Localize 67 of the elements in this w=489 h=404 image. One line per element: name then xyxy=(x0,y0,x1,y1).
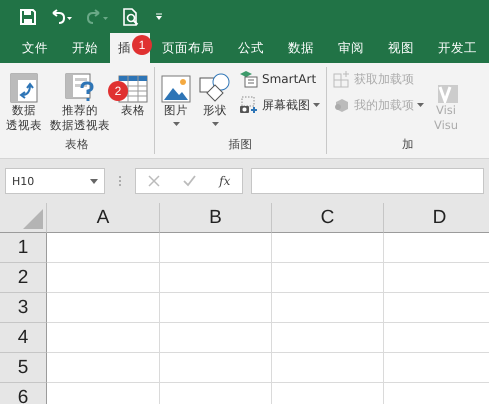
table-cell[interactable] xyxy=(160,233,272,263)
redo-icon[interactable] xyxy=(86,8,108,24)
table-cell[interactable] xyxy=(272,353,384,383)
table-cell[interactable] xyxy=(160,353,272,383)
row-header[interactable]: 6 xyxy=(0,383,47,404)
ribbon-tab[interactable]: 数据 xyxy=(276,33,326,63)
ribbon-tab[interactable]: 开发工 xyxy=(426,33,489,63)
ribbon-button[interactable]: 屏幕截图 xyxy=(237,95,322,115)
table-cell[interactable] xyxy=(47,263,160,293)
pivot-question-icon xyxy=(65,73,95,103)
row-header[interactable]: 5 xyxy=(0,353,47,383)
undo-icon[interactable] xyxy=(50,8,72,24)
table-cell[interactable] xyxy=(160,323,272,353)
row-header[interactable]: 2 xyxy=(0,263,47,293)
select-all-icon[interactable] xyxy=(23,209,43,229)
customize-menu-icon[interactable] xyxy=(154,12,164,22)
table-cell[interactable] xyxy=(272,233,384,263)
step-badge: 2 xyxy=(108,81,128,101)
shapes-icon xyxy=(199,73,231,103)
table-cell[interactable] xyxy=(272,293,384,323)
table-cell[interactable] xyxy=(160,263,272,293)
table-cell[interactable] xyxy=(47,323,160,353)
table-cell[interactable] xyxy=(160,293,272,323)
table-cell[interactable] xyxy=(47,353,160,383)
ribbon-tab[interactable]: 开始 xyxy=(60,33,110,63)
ribbon-button[interactable]: 数据 透视表 xyxy=(4,67,44,137)
print-preview-icon[interactable] xyxy=(122,8,140,26)
pivot-table-icon xyxy=(10,73,38,103)
insert-function-button[interactable]: fx xyxy=(219,174,230,188)
caret-icon[interactable] xyxy=(172,122,180,126)
ribbon-tab[interactable]: 审阅 xyxy=(326,33,376,63)
row-header[interactable]: 1 xyxy=(0,233,47,263)
cancel-icon[interactable] xyxy=(148,175,160,187)
step-badge: 1 xyxy=(132,35,152,55)
ribbon-tab[interactable]: 插 1 xyxy=(110,33,150,63)
row-header[interactable]: 4 xyxy=(0,323,47,353)
ribbon-button[interactable]: SmartArt xyxy=(237,69,322,89)
group-label: 表格 xyxy=(64,137,90,153)
smartart-icon xyxy=(239,70,259,88)
table-cell[interactable] xyxy=(272,263,384,293)
ribbon-tab[interactable]: 公式 xyxy=(226,33,276,63)
column-header[interactable]: D xyxy=(384,203,489,233)
picture-icon xyxy=(161,75,191,103)
group-label: 插图 xyxy=(228,137,254,153)
caret-icon[interactable] xyxy=(212,122,218,126)
check-icon[interactable] xyxy=(182,175,196,187)
row-header[interactable]: 3 xyxy=(0,293,47,323)
add-in-cube-icon xyxy=(333,96,351,114)
table-cell[interactable] xyxy=(47,233,160,263)
ribbon-button[interactable]: 形状 xyxy=(197,67,233,137)
group-label: 加 xyxy=(401,137,415,153)
save-icon[interactable] xyxy=(20,8,36,24)
ribbon-tab[interactable]: 页面布局 xyxy=(150,33,226,63)
ribbon-tab[interactable]: 文件 xyxy=(10,33,60,63)
table-cell[interactable] xyxy=(272,323,384,353)
caret-icon[interactable] xyxy=(90,178,98,184)
column-header[interactable]: C xyxy=(272,203,384,233)
column-header[interactable]: A xyxy=(47,203,160,233)
table-cell[interactable] xyxy=(47,293,160,323)
column-header[interactable]: B xyxy=(160,203,272,233)
caret-icon[interactable] xyxy=(313,103,320,107)
name-box[interactable]: H10 xyxy=(5,168,105,194)
ribbon-tab[interactable]: 视图 xyxy=(376,33,426,63)
ribbon-button[interactable]: 图片 xyxy=(159,67,193,137)
add-in-grid-icon xyxy=(333,70,351,88)
formula-input[interactable] xyxy=(251,168,484,194)
screenshot-icon xyxy=(239,96,259,114)
